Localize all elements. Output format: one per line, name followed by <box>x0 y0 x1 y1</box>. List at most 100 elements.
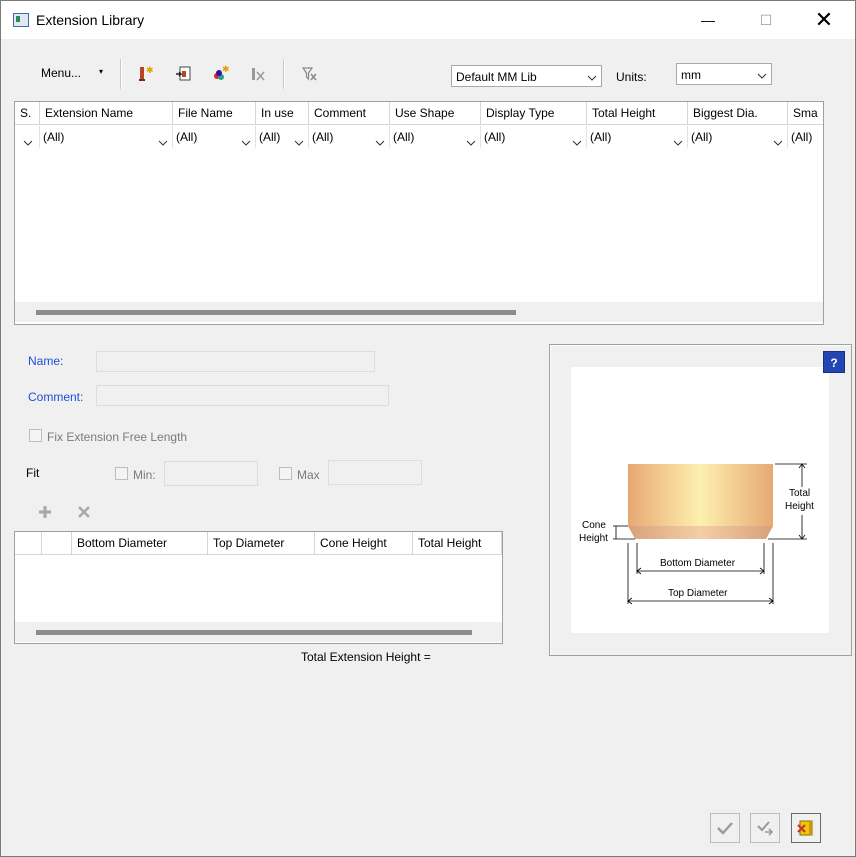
max-label: Max <box>297 468 320 482</box>
filter-smallest-dia[interactable]: (All) <box>788 126 823 148</box>
segments-grid[interactable]: Bottom Diameter Top Diameter Cone Height… <box>14 531 503 644</box>
filter-biggest-dia[interactable]: (All) <box>688 126 788 148</box>
filter-total-height[interactable]: (All) <box>587 126 688 148</box>
column-header-total-height[interactable]: Total Height <box>413 532 502 555</box>
horizontal-scrollbar[interactable] <box>15 302 823 322</box>
chevron-down-icon <box>587 71 597 85</box>
units-label: Units: <box>616 70 647 84</box>
filter-value: (All) <box>484 130 506 144</box>
name-field[interactable] <box>96 351 375 372</box>
column-header-bottom-diameter[interactable]: Bottom Diameter <box>72 532 208 555</box>
chevron-down-icon <box>757 69 767 83</box>
chevron-down-icon <box>466 132 476 148</box>
app-icon <box>13 13 29 27</box>
total-extension-height-label: Total Extension Height = <box>301 650 431 664</box>
total-height-label-line1: Total <box>789 488 810 499</box>
library-select-value: Default MM Lib <box>456 70 537 84</box>
color-palette-icon[interactable]: ✱ <box>209 63 231 85</box>
extension-grid[interactable]: S. Extension Name File Name In use Comme… <box>14 101 824 325</box>
extension-library-window: Extension Library — ☐ ✕ Menu... ▾ ✱ ✱ De… <box>0 0 856 857</box>
column-header-biggest-dia[interactable]: Biggest Dia. <box>688 102 788 125</box>
svg-text:✱: ✱ <box>146 66 154 76</box>
import-icon[interactable] <box>173 63 195 85</box>
filter-in-use[interactable]: (All) <box>256 126 309 148</box>
column-header-cone-height[interactable]: Cone Height <box>315 532 413 555</box>
column-header-extension-name[interactable]: Extension Name <box>40 102 173 125</box>
cone-height-label-line1: Cone <box>582 520 606 531</box>
column-header-in-use[interactable]: In use <box>256 102 309 125</box>
window-title: Extension Library <box>36 12 145 28</box>
library-select[interactable]: Default MM Lib <box>451 65 602 87</box>
filter-value: (All) <box>393 130 415 144</box>
filter-value: (All) <box>259 130 281 144</box>
cancel-button[interactable] <box>791 813 821 843</box>
total-height-label-line2: Height <box>785 501 814 512</box>
fix-length-label: Fix Extension Free Length <box>47 430 188 444</box>
minimize-button[interactable]: — <box>685 1 731 39</box>
help-button[interactable]: ? <box>823 351 845 373</box>
column-header-use-shape[interactable]: Use Shape <box>390 102 481 125</box>
filter-value: (All) <box>791 130 813 144</box>
fit-label: Fit <box>26 466 40 480</box>
cone-height-label-line2: Height <box>579 533 608 544</box>
name-label: Name: <box>28 354 64 368</box>
maximize-button[interactable]: ☐ <box>743 1 789 39</box>
svg-text:✱: ✱ <box>222 65 230 75</box>
filter-value: (All) <box>43 130 65 144</box>
new-extension-icon[interactable]: ✱ <box>134 63 156 85</box>
menu-dropdown-icon[interactable]: ▾ <box>99 67 103 76</box>
min-checkbox[interactable] <box>115 467 128 480</box>
chevron-down-icon <box>241 132 251 148</box>
min-field[interactable] <box>164 461 258 486</box>
chevron-down-icon <box>23 132 33 148</box>
filter-use-shape[interactable]: (All) <box>390 126 481 148</box>
scrollbar-thumb[interactable] <box>36 310 516 315</box>
column-header-comment[interactable]: Comment <box>309 102 390 125</box>
column-header-total-height[interactable]: Total Height <box>587 102 688 125</box>
max-field[interactable] <box>328 460 422 485</box>
chevron-down-icon <box>572 132 582 148</box>
chevron-down-icon <box>158 132 168 148</box>
comment-field[interactable] <box>96 385 389 406</box>
scrollbar-thumb[interactable] <box>36 630 472 635</box>
extension-diagram: Total Height Cone Height Bottom Diameter <box>571 367 829 633</box>
min-label: Min: <box>133 468 156 482</box>
filter-display-type[interactable]: (All) <box>481 126 587 148</box>
filter-file-name[interactable]: (All) <box>173 126 256 148</box>
remove-row-icon[interactable] <box>73 501 95 523</box>
column-header-display-type[interactable]: Display Type <box>481 102 587 125</box>
horizontal-scrollbar[interactable] <box>15 622 502 642</box>
cone-shape <box>628 526 773 539</box>
filter-value: (All) <box>312 130 334 144</box>
filter-value: (All) <box>590 130 612 144</box>
add-row-icon[interactable] <box>34 501 56 523</box>
filter-extension-name[interactable]: (All) <box>40 126 173 148</box>
close-button[interactable]: ✕ <box>801 1 847 39</box>
column-header-file-name[interactable]: File Name <box>173 102 256 125</box>
toolbar-separator <box>120 59 122 89</box>
chevron-down-icon <box>294 132 304 148</box>
ok-button[interactable] <box>710 813 740 843</box>
title-bar: Extension Library — ☐ ✕ <box>1 1 855 39</box>
units-select-value: mm <box>681 68 701 82</box>
filter-s[interactable] <box>15 126 40 148</box>
units-select[interactable]: mm <box>676 63 772 85</box>
clear-filter-icon[interactable] <box>299 63 321 85</box>
menu-button[interactable]: Menu... <box>41 66 81 80</box>
max-checkbox[interactable] <box>279 467 292 480</box>
comment-label: Comment: <box>28 390 84 404</box>
chevron-down-icon <box>773 132 783 148</box>
extension-preview-panel: Total Height Cone Height Bottom Diameter <box>549 344 852 656</box>
column-header-blank <box>15 532 42 555</box>
column-header-s[interactable]: S. <box>15 102 40 125</box>
column-header-blank <box>42 532 72 555</box>
filter-comment[interactable]: (All) <box>309 126 390 148</box>
column-header-smallest-dia[interactable]: Sma <box>788 102 823 125</box>
chevron-down-icon <box>375 132 385 148</box>
apply-button[interactable] <box>750 813 780 843</box>
delete-extension-icon[interactable] <box>247 63 269 85</box>
fix-length-checkbox[interactable] <box>29 429 42 442</box>
filter-value: (All) <box>176 130 198 144</box>
bottom-diameter-label: Bottom Diameter <box>660 558 736 569</box>
column-header-top-diameter[interactable]: Top Diameter <box>208 532 315 555</box>
